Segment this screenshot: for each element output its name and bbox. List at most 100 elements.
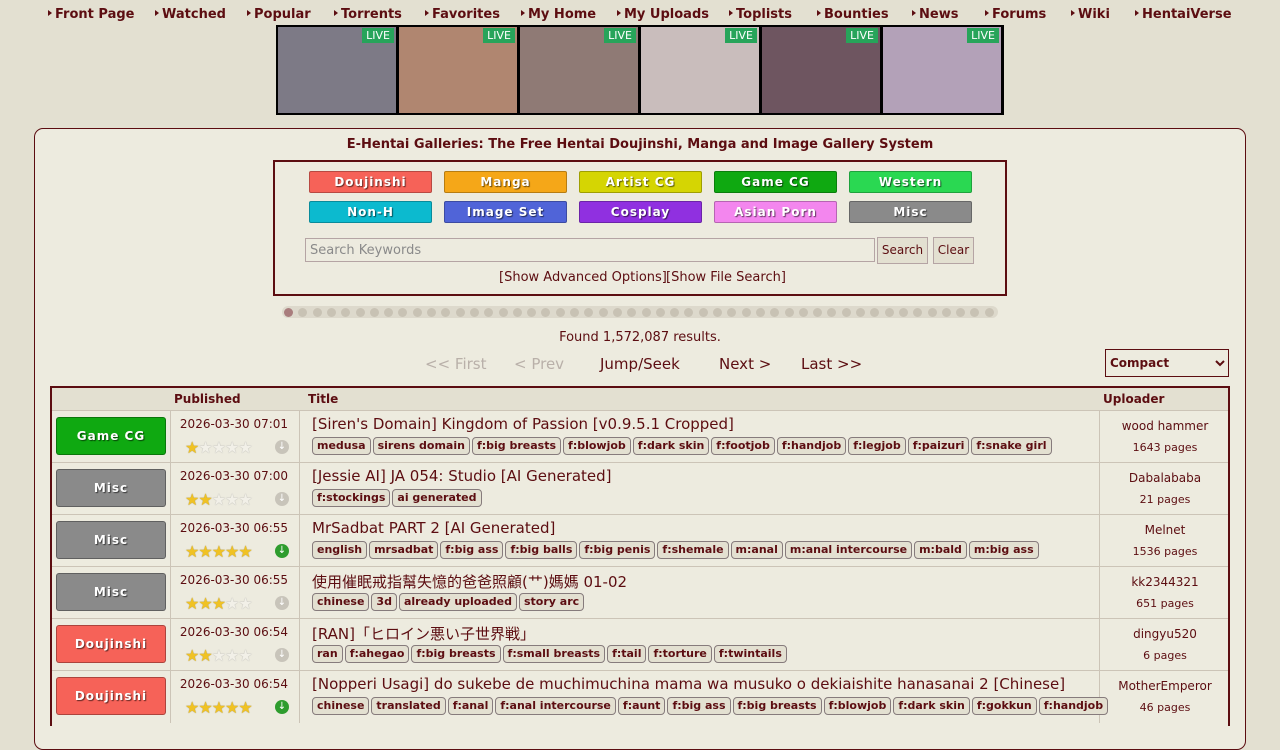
category-badge[interactable]: Doujinshi (56, 625, 166, 663)
carousel-dot[interactable] (412, 308, 422, 317)
tag[interactable]: m:big ass (968, 541, 1039, 559)
carousel-dot[interactable] (884, 308, 894, 317)
carousel-dot[interactable] (455, 308, 465, 317)
gallery-title-link[interactable]: [RAN]「ヒロイン悪い子世界戦」 (312, 623, 535, 644)
live-thumb-5[interactable]: LIVE (762, 27, 880, 113)
tag[interactable]: sirens domain (372, 437, 470, 455)
category-western[interactable]: Western (849, 171, 972, 193)
tag[interactable]: m:bald (914, 541, 967, 559)
nav-torrents[interactable]: Torrents (334, 7, 402, 22)
tag[interactable]: f:footjob (711, 437, 775, 455)
gallery-title-link[interactable]: MrSadbat PART 2 [AI Generated] (312, 519, 555, 537)
tag[interactable]: already uploaded (398, 593, 517, 611)
live-thumb-1[interactable]: LIVE (278, 27, 396, 113)
carousel-dot[interactable] (398, 308, 408, 317)
download-icon[interactable]: ↓ (275, 440, 289, 454)
tag[interactable]: f:legjob (848, 437, 906, 455)
carousel-dot[interactable] (655, 308, 665, 317)
next-page-link[interactable]: Next > (719, 355, 771, 373)
live-thumb-2[interactable]: LIVE (399, 27, 517, 113)
tag[interactable]: f:torture (648, 645, 712, 663)
category-cosplay[interactable]: Cosplay (579, 201, 702, 223)
category-manga[interactable]: Manga (444, 171, 567, 193)
carousel-dot[interactable] (284, 308, 293, 317)
tag[interactable]: 3d (371, 593, 397, 611)
tag[interactable]: f:snake girl (971, 437, 1052, 455)
carousel-dot[interactable] (984, 308, 994, 317)
live-thumb-3[interactable]: LIVE (520, 27, 638, 113)
category-badge[interactable]: Misc (56, 521, 166, 559)
title-header[interactable]: Title (308, 392, 338, 406)
carousel-dot[interactable] (670, 308, 680, 317)
tag[interactable]: f:dark skin (893, 697, 970, 715)
last-page-link[interactable]: Last >> (801, 355, 862, 373)
gallery-title-link[interactable]: [Siren's Domain] Kingdom of Passion [v0.… (312, 415, 734, 433)
download-icon[interactable]: ↓ (275, 544, 289, 558)
carousel-dot[interactable] (713, 308, 722, 317)
nav-toplists[interactable]: Toplists (729, 7, 792, 22)
posted-date[interactable]: 2026-03-30 06:54 (170, 677, 298, 691)
category-doujinshi[interactable]: Doujinshi (309, 171, 432, 193)
search-button[interactable]: Search (877, 237, 928, 264)
download-icon[interactable]: ↓ (275, 596, 289, 610)
tag[interactable]: f:ahegao (344, 645, 410, 663)
carousel-dot[interactable] (384, 308, 394, 317)
carousel-dot[interactable] (512, 308, 522, 317)
carousel-dot[interactable] (684, 308, 694, 317)
carousel-dot[interactable] (856, 308, 865, 317)
carousel-dot[interactable] (541, 308, 551, 317)
carousel-dot[interactable] (841, 308, 851, 317)
carousel-dot[interactable] (798, 308, 808, 317)
tag[interactable]: m:anal intercourse (784, 541, 913, 559)
uploader-link[interactable]: Dabalababa (1102, 471, 1228, 485)
published-header[interactable]: Published (174, 392, 241, 406)
uploader-link[interactable]: kk2344321 (1102, 575, 1228, 589)
carousel-dot[interactable] (441, 308, 451, 317)
nav-my-home[interactable]: My Home (521, 7, 596, 22)
category-misc[interactable]: Misc (849, 201, 972, 223)
tag[interactable]: translated (371, 697, 446, 715)
nav-popular[interactable]: Popular (247, 7, 311, 22)
gallery-title-link[interactable]: [Nopperi Usagi] do sukebe de muchimuchin… (312, 675, 1065, 693)
tag[interactable]: chinese (312, 593, 370, 611)
tag[interactable]: f:paizuri (907, 437, 970, 455)
carousel-dot[interactable] (913, 308, 923, 317)
tag[interactable]: f:big penis (579, 541, 656, 559)
category-badge[interactable]: Misc (56, 469, 166, 507)
posted-date[interactable]: 2026-03-30 06:55 (170, 521, 298, 535)
tag[interactable]: story arc (519, 593, 585, 611)
carousel-dot[interactable] (527, 308, 537, 317)
download-icon[interactable]: ↓ (275, 492, 289, 506)
tag[interactable]: f:aunt (617, 697, 666, 715)
tag[interactable]: f:stockings (312, 489, 391, 507)
live-thumb-6[interactable]: LIVE (883, 27, 1001, 113)
carousel-dot[interactable] (355, 308, 365, 317)
tag[interactable]: f:big breasts (471, 437, 562, 455)
view-mode-select[interactable]: Compact (1105, 349, 1229, 377)
carousel-dot[interactable] (484, 308, 494, 317)
gallery-title-link[interactable]: 使用催眠戒指幫失憶的爸爸照顧(艹)媽媽 01-02 (312, 571, 627, 592)
jump-seek-link[interactable]: Jump/Seek (600, 355, 680, 373)
uploader-link[interactable]: wood hammer (1102, 419, 1228, 433)
tag[interactable]: f:handjob (776, 437, 847, 455)
tag[interactable]: f:big balls (505, 541, 578, 559)
category-asian-porn[interactable]: Asian Porn (714, 201, 837, 223)
nav-hentaiverse[interactable]: HentaiVerse (1135, 7, 1232, 22)
category-non-h[interactable]: Non-H (309, 201, 432, 223)
carousel-dot[interactable] (312, 308, 322, 317)
carousel-dot[interactable] (813, 308, 823, 317)
carousel-dot[interactable] (970, 308, 980, 317)
search-input[interactable] (305, 238, 875, 262)
carousel-dot[interactable] (570, 308, 579, 317)
carousel-dot[interactable] (641, 308, 651, 317)
carousel-dot[interactable] (941, 308, 951, 317)
uploader-link[interactable]: dingyu520 (1102, 627, 1228, 641)
download-icon[interactable]: ↓ (275, 648, 289, 662)
carousel-dot[interactable] (927, 308, 937, 317)
tag[interactable]: f:shemale (657, 541, 729, 559)
carousel-dot[interactable] (956, 308, 966, 317)
tag[interactable]: f:anal intercourse (495, 697, 616, 715)
nav-wiki[interactable]: Wiki (1071, 7, 1110, 22)
gallery-title-link[interactable]: [Jessie AI] JA 054: Studio [AI Generated… (312, 467, 612, 485)
tag[interactable]: f:handjob (1038, 697, 1109, 715)
